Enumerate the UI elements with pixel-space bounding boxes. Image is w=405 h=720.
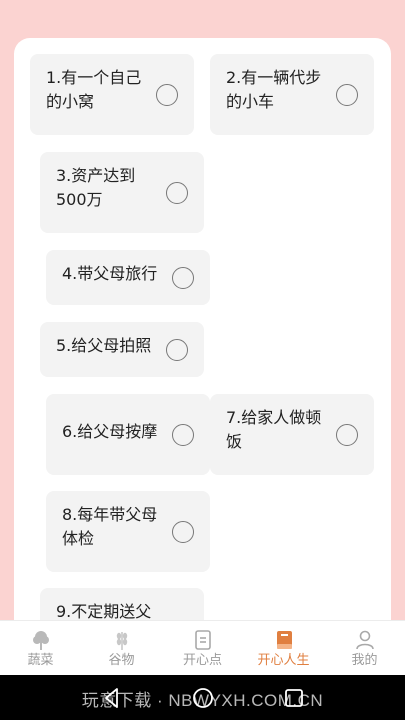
wish-radio-5[interactable] — [166, 338, 188, 361]
vegetable-icon — [32, 631, 49, 650]
tab-label: 蔬菜 — [27, 653, 54, 668]
wish-radio-3[interactable] — [166, 181, 188, 204]
wish-radio-4[interactable] — [172, 266, 194, 289]
book-icon — [276, 631, 292, 649]
wish-item-1[interactable]: 1.有一个自己的小窝 — [30, 54, 194, 135]
wish-item-3[interactable]: 3.资产达到500万 — [40, 152, 204, 233]
wish-item-5[interactable]: 5.给父母拍照 — [40, 322, 204, 377]
wish-item-label: 3.资产达到500万 — [56, 166, 136, 209]
tab-vegetable[interactable]: 蔬菜 — [0, 621, 81, 676]
wish-item-label: 8.每年带父母体检 — [62, 505, 158, 548]
home-icon[interactable] — [190, 685, 216, 711]
tab-label: 谷物 — [108, 653, 135, 668]
wish-radio-6[interactable] — [172, 423, 194, 446]
user-icon — [355, 630, 374, 650]
wish-radio-7[interactable] — [336, 423, 358, 446]
wish-item-8[interactable]: 8.每年带父母体检 — [46, 491, 210, 572]
tab-label: 开心人生 — [257, 653, 310, 668]
wish-item-4[interactable]: 4.带父母旅行 — [46, 250, 210, 305]
wish-item-label: 6.给父母按摩 — [62, 422, 158, 441]
wish-radio-8[interactable] — [172, 520, 194, 543]
wish-list-card: 1.有一个自己的小窝 2.有一辆代步的小车 3.资产达到500万 4.带父母旅行… — [14, 38, 391, 648]
grain-icon — [116, 632, 127, 650]
wish-item-label: 2.有一辆代步的小车 — [226, 68, 322, 111]
recents-icon[interactable] — [281, 685, 307, 711]
tab-grain[interactable]: 谷物 — [81, 621, 162, 676]
bottom-tab-bar: 蔬菜 谷物 开心点 开心人生 我的 — [0, 620, 405, 675]
tab-happy-life[interactable]: 开心人生 — [243, 621, 324, 676]
system-navigation-bar — [0, 675, 405, 720]
wish-item-label: 1.有一个自己的小窝 — [46, 68, 142, 111]
tab-label: 开心点 — [182, 653, 222, 668]
wish-item-7[interactable]: 7.给家人做顿饭 — [210, 394, 374, 475]
back-icon[interactable] — [99, 685, 125, 711]
tab-mine[interactable]: 我的 — [324, 621, 405, 676]
wish-radio-1[interactable] — [156, 83, 178, 106]
wish-item-6[interactable]: 6.给父母按摩 — [46, 394, 210, 475]
tab-label: 我的 — [351, 653, 378, 668]
wish-item-2[interactable]: 2.有一辆代步的小车 — [210, 54, 374, 135]
wish-item-label: 5.给父母拍照 — [56, 336, 152, 355]
tab-happy-point[interactable]: 开心点 — [162, 621, 243, 676]
note-icon — [194, 630, 211, 650]
wish-item-label: 7.给家人做顿饭 — [226, 408, 322, 451]
wish-item-label: 4.带父母旅行 — [62, 264, 158, 283]
wish-radio-2[interactable] — [336, 83, 358, 106]
